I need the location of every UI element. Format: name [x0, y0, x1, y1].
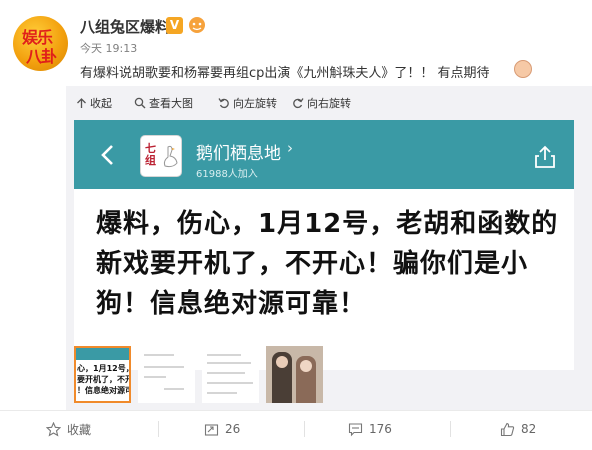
- view-large-label: 查看大图: [149, 97, 193, 110]
- repost-count: 26: [225, 422, 241, 436]
- like-button[interactable]: 82: [500, 420, 536, 438]
- rotate-right-icon: [293, 98, 304, 109]
- group-chevron-icon: ›: [287, 139, 293, 157]
- repost-icon: [204, 423, 219, 436]
- thumbnail-1-text-3: ！信息绝对源可: [77, 386, 131, 395]
- rotate-left-icon: [218, 98, 229, 109]
- post-time[interactable]: 今天 19:13: [80, 40, 137, 56]
- group-header-bar: 七组 鹅们栖息地 › 61988人加入: [74, 120, 574, 189]
- group-member-count: 61988人加入: [196, 169, 258, 180]
- comment-count: 176: [369, 422, 392, 436]
- media-toolbar: 收起 查看大图 向左旋转 向右旋转: [66, 86, 592, 120]
- thumbnail-header: [76, 348, 129, 360]
- action-divider: [0, 410, 592, 411]
- collapse-button[interactable]: 收起: [76, 95, 112, 111]
- favorite-label: 收藏: [67, 422, 92, 437]
- rotate-left-button[interactable]: 向左旋转: [218, 95, 277, 111]
- comment-icon: [348, 422, 363, 436]
- collapse-label: 收起: [90, 97, 112, 110]
- favorite-button[interactable]: 收藏: [46, 420, 91, 438]
- share-icon: [535, 145, 555, 168]
- rotate-left-label: 向左旋转: [233, 97, 277, 110]
- repost-button[interactable]: 26: [204, 420, 240, 438]
- group-logo: 七组: [140, 135, 182, 177]
- fans-badge-icon[interactable]: [187, 16, 207, 34]
- star-icon: [46, 421, 61, 437]
- group-message: 爆料，伤心，1月12号，老胡和函数的新戏要开机了，不开心！骗你们是小狗！信息绝对…: [96, 209, 559, 319]
- group-logo-text: 七组: [145, 142, 156, 167]
- media-viewer: 收起 查看大图 向左旋转 向右旋转 七组 鹅们栖息地 › 61988人加入 爆料…: [66, 86, 592, 410]
- verified-badge-icon[interactable]: V: [166, 17, 183, 34]
- thumbnail-1-text-1: 心，1月12号，老: [77, 364, 129, 373]
- view-large-button[interactable]: 查看大图: [134, 95, 193, 111]
- emoji-icon: [514, 60, 532, 78]
- post-text: 有爆料说胡歌要和杨幂要再组cp出演《九州斛珠夫人》了！！ 有点期待: [80, 66, 490, 81]
- thumbs-up-icon: [500, 422, 515, 436]
- thumbnail-3[interactable]: [202, 346, 259, 403]
- magnifier-icon: [134, 97, 146, 109]
- collapse-arrow-icon: [77, 97, 86, 108]
- large-image[interactable]: 七组 鹅们栖息地 › 61988人加入 爆料，伤心，1月12号，老胡和函数的新戏…: [74, 120, 574, 370]
- rotate-right-button[interactable]: 向右旋转: [292, 95, 351, 111]
- thumbnail-4[interactable]: [266, 346, 323, 403]
- goose-icon: [163, 145, 178, 168]
- thumbnail-2[interactable]: [138, 346, 195, 403]
- avatar-text-bottom: 八卦: [26, 47, 57, 66]
- group-name: 鹅们栖息地: [196, 144, 281, 164]
- thumbnail-1[interactable]: 心，1月12号，老 要开机了，不开 ！信息绝对源可: [74, 346, 131, 403]
- comment-button[interactable]: 176: [348, 420, 392, 438]
- account-name[interactable]: 八组兔区爆料: [80, 16, 170, 37]
- back-chevron-icon: [101, 145, 113, 165]
- like-count: 82: [521, 422, 537, 436]
- rotate-right-label: 向右旋转: [307, 97, 351, 110]
- thumbnail-1-text-2: 要开机了，不开: [77, 375, 131, 384]
- avatar[interactable]: 娱乐 八卦: [13, 16, 68, 71]
